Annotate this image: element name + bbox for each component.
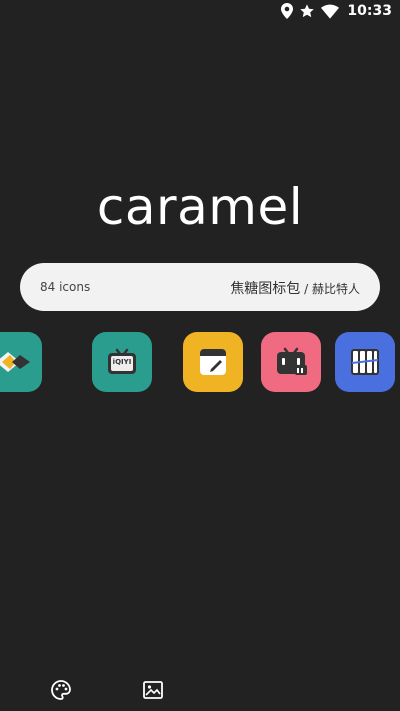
icon-count: 84 icons [40, 280, 91, 294]
pack-name-main: 焦糖图标包 [230, 281, 301, 297]
wallpaper-icon [143, 681, 163, 699]
iqiyi-icon[interactable]: iQIYI [92, 332, 152, 392]
pack-name-separator: / [300, 282, 312, 296]
status-icons: 10:33 [281, 3, 392, 19]
diamond-logo-icon [0, 352, 30, 372]
location-icon [281, 3, 294, 19]
wallpaper-button[interactable] [141, 678, 165, 702]
status-bar: 10:33 [0, 0, 400, 24]
star-icon [300, 4, 315, 18]
wifi-icon [321, 4, 340, 19]
notes-icon[interactable] [183, 332, 243, 392]
info-pill[interactable]: 84 icons 焦糖图标包 / 赫比特人 [20, 263, 380, 311]
palette-icon [51, 680, 71, 700]
pack-name: 焦糖图标包 / 赫比特人 [230, 278, 360, 298]
palette-button[interactable] [49, 678, 73, 702]
iqiyi-icon-text: iQIYI [112, 358, 132, 366]
app-icon-partial[interactable] [0, 332, 42, 392]
pack-author: 赫比特人 [311, 282, 360, 296]
bilibili-icon[interactable] [261, 332, 321, 392]
app-title: caramel [96, 178, 304, 236]
status-time: 10:33 [347, 3, 392, 19]
bars-icon[interactable] [335, 332, 395, 392]
